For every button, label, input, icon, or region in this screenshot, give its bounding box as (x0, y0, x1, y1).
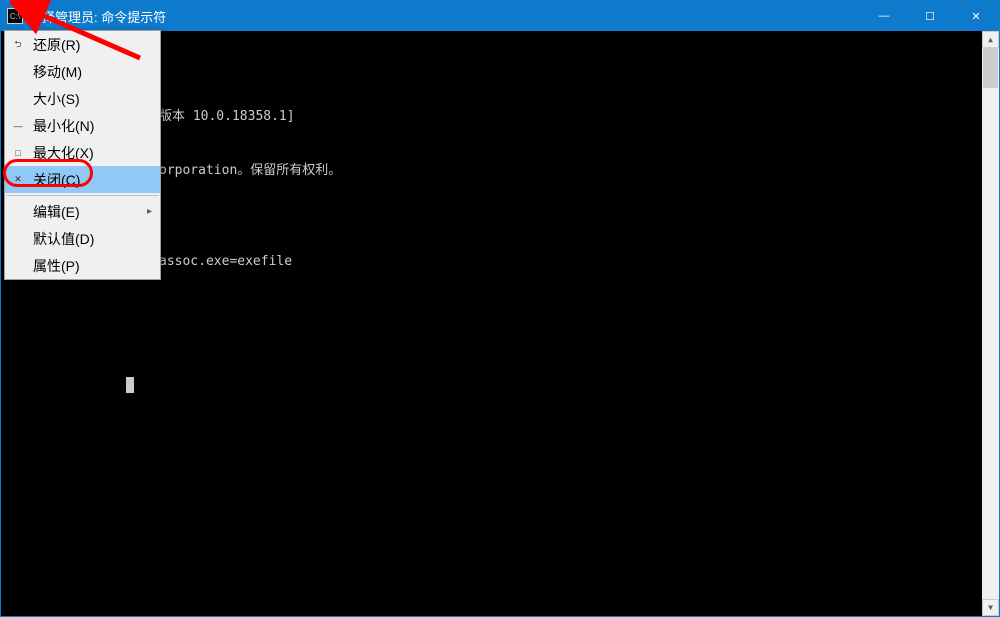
menu-move[interactable]: 移动(M) (5, 58, 160, 85)
menu-label: 最小化(N) (33, 116, 152, 136)
menu-label: 移动(M) (33, 62, 152, 82)
text-cursor (126, 377, 134, 393)
menu-label: 属性(P) (33, 256, 152, 276)
window-controls: — ☐ ✕ (861, 1, 999, 31)
menu-label: 默认值(D) (33, 229, 152, 249)
scroll-up-arrow[interactable]: ▲ (982, 31, 999, 48)
minimize-button[interactable]: — (861, 1, 907, 31)
console-line: orporation。保留所有权利。 (159, 162, 991, 180)
menu-label: 编辑(E) (33, 202, 147, 222)
console-line: assoc.exe=exefile (159, 253, 991, 271)
close-icon: ✕ (9, 174, 27, 185)
scroll-track[interactable] (982, 48, 999, 599)
menu-maximize[interactable]: □ 最大化(X) (5, 139, 160, 166)
menu-label: 最大化(X) (33, 143, 152, 163)
close-button[interactable]: ✕ (953, 1, 999, 31)
system-menu: ⮌ 还原(R) 移动(M) 大小(S) — 最小化(N) □ 最大化(X) ✕ … (4, 30, 161, 280)
scroll-down-arrow[interactable]: ▼ (982, 599, 999, 616)
menu-label: 大小(S) (33, 89, 152, 109)
app-icon[interactable]: C:\ (7, 8, 23, 24)
menu-defaults[interactable]: 默认值(D) (5, 225, 160, 252)
menu-label: 还原(R) (33, 35, 152, 55)
restore-icon: ⮌ (9, 37, 27, 53)
menu-divider (6, 195, 159, 196)
maximize-button[interactable]: ☐ (907, 1, 953, 31)
minimize-icon: — (9, 121, 27, 131)
menu-label: 关闭(C) (33, 170, 152, 190)
vertical-scrollbar[interactable]: ▲ ▼ (982, 31, 999, 616)
app-icon-text: C:\ (10, 12, 20, 21)
scroll-thumb[interactable] (983, 48, 998, 88)
maximize-icon: □ (9, 148, 27, 158)
console-line: 版本 10.0.18358.1] (159, 108, 991, 126)
menu-minimize[interactable]: — 最小化(N) (5, 112, 160, 139)
menu-properties[interactable]: 属性(P) (5, 252, 160, 279)
menu-size[interactable]: 大小(S) (5, 85, 160, 112)
menu-edit[interactable]: 编辑(E) ▸ (5, 198, 160, 225)
window-title: 选择管理员: 命令提示符 (29, 7, 861, 26)
menu-close[interactable]: ✕ 关闭(C) (5, 166, 160, 193)
menu-restore[interactable]: ⮌ 还原(R) (5, 31, 160, 58)
submenu-arrow-icon: ▸ (147, 206, 152, 217)
titlebar[interactable]: C:\ 选择管理员: 命令提示符 — ☐ ✕ (1, 1, 999, 31)
